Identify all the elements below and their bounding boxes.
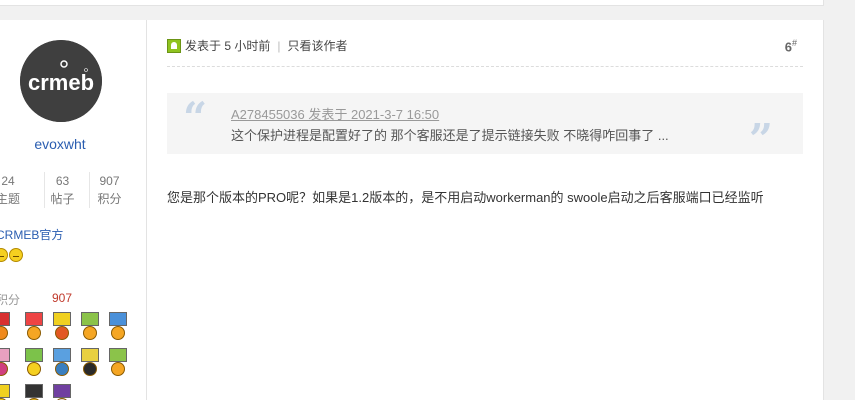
- meta-separator: |: [277, 39, 281, 53]
- medal-icon[interactable]: [0, 312, 12, 346]
- stat-posts[interactable]: 63 帖子: [44, 172, 80, 208]
- user-group-stars: [0, 248, 24, 265]
- post-user-icon: [167, 39, 181, 53]
- medal-icon[interactable]: [107, 348, 129, 382]
- stat-threads-value: 24: [1, 174, 15, 188]
- medal-icon[interactable]: [0, 384, 12, 400]
- post-meta: 发表于 5 小时前 | 只看该作者: [167, 38, 347, 54]
- smiley-icon: [9, 248, 23, 262]
- quote-open-icon: “: [183, 93, 208, 142]
- author-only-link[interactable]: 只看该作者: [287, 39, 347, 53]
- username-link[interactable]: evoxwht: [0, 136, 120, 152]
- medal-icon[interactable]: [51, 312, 73, 346]
- user-group-link[interactable]: CRMEB官方: [0, 226, 63, 243]
- quote-text: 这个保护进程是配置好了的 那个客服还是了提示链接失败 不晓得咋回事了 ...: [231, 128, 669, 143]
- divider: [167, 66, 803, 67]
- medal-icon[interactable]: [51, 348, 73, 382]
- stat-points[interactable]: 907 积分: [89, 172, 129, 208]
- medal-icon[interactable]: [51, 384, 73, 400]
- points-row: 积分 907: [0, 291, 72, 308]
- medal-icon[interactable]: [23, 348, 45, 382]
- crmeb-logo-icon: crmeb: [20, 40, 102, 122]
- medal-icon[interactable]: [23, 312, 45, 346]
- smiley-icon: [0, 248, 8, 262]
- posted-time: 发表于 5 小时前: [185, 39, 271, 53]
- medal-icon[interactable]: [0, 348, 12, 382]
- stat-posts-value: 63: [55, 174, 70, 188]
- post-content: 发表于 5 小时前 | 只看该作者 6# “ A278455036 发表于 2021…: [147, 20, 824, 400]
- medal-icon[interactable]: [23, 384, 45, 400]
- quote-close-icon: ”: [748, 115, 773, 164]
- floor-value: 6: [784, 39, 792, 55]
- stat-threads-label: 主题: [0, 192, 20, 206]
- floor-number[interactable]: 6#: [785, 38, 797, 54]
- medal-icon[interactable]: [107, 312, 129, 346]
- points-value: 907: [52, 291, 73, 305]
- svg-text:crmeb: crmeb: [28, 70, 94, 95]
- quote-header-link[interactable]: A278455036 发表于 2021-3-7 16:50: [231, 104, 439, 123]
- avatar[interactable]: crmeb: [20, 40, 102, 122]
- stat-points-value: 907: [99, 174, 120, 188]
- post-body-text: 您是那个版本的PRO呢？如果是1.2版本的，是不用启动workerman的 sw…: [167, 190, 764, 205]
- floor-mark: #: [791, 38, 797, 48]
- user-stats: 24 主题 63 帖子 907 积分: [0, 172, 130, 208]
- stat-posts-label: 帖子: [50, 192, 75, 206]
- user-sidebar: crmeb evoxwht 24 主题 63 帖子 907 积分 CRMEB官方…: [0, 20, 147, 400]
- medal-icon[interactable]: [79, 312, 101, 346]
- previous-post-bottom: [0, 0, 824, 6]
- points-label: 积分: [0, 293, 21, 307]
- stat-points-label: 积分: [97, 192, 122, 206]
- quote-block: “ A278455036 发表于 2021-3-7 16:50 这个保护进程是配…: [167, 93, 803, 161]
- medal-icon[interactable]: [79, 348, 101, 382]
- stat-threads[interactable]: 24 主题: [0, 172, 26, 208]
